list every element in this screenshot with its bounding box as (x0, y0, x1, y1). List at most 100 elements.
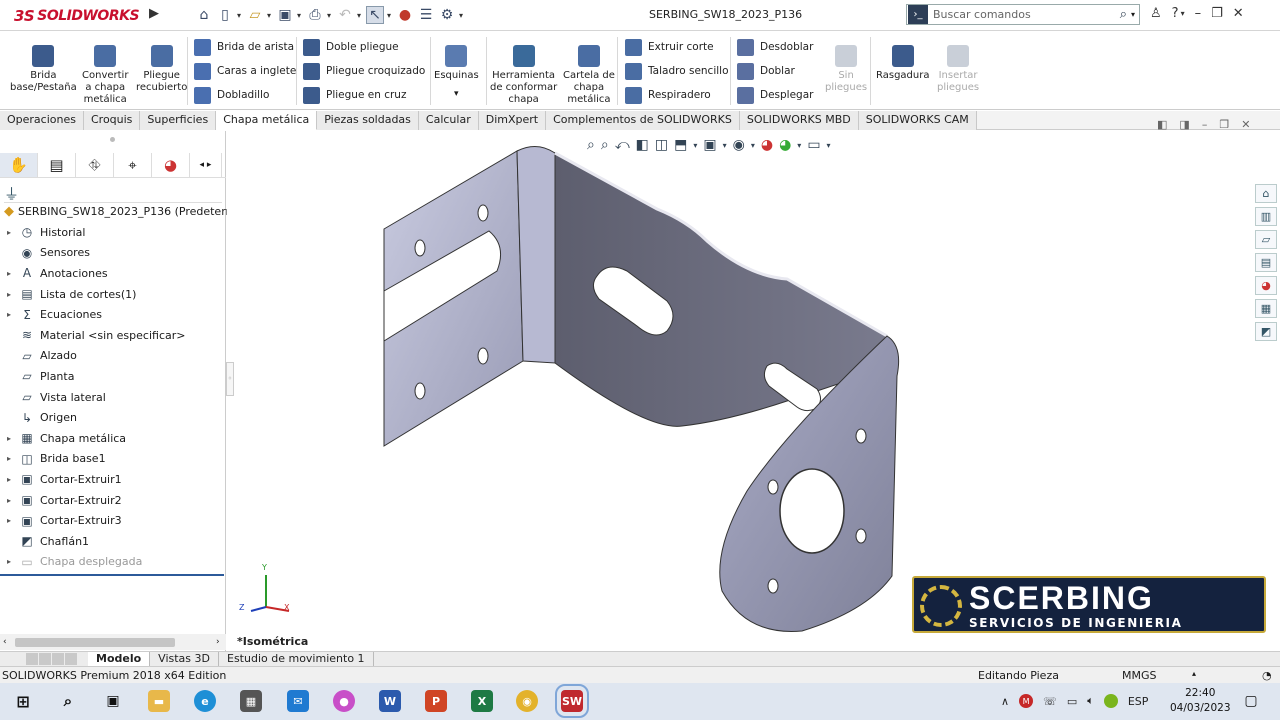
tab-scroll-icon[interactable]: ◂ ▸ (190, 152, 222, 177)
command-search[interactable]: ›_ Buscar comandos ⌕ ▾ (906, 4, 1140, 25)
tab-complementos-de-solidworks[interactable]: Complementos de SOLIDWORKS (546, 111, 740, 130)
design-library-icon[interactable]: ▱ (1255, 230, 1277, 249)
close-icon[interactable]: ✕ (1241, 118, 1250, 131)
solidworks-taskbar-icon[interactable]: SW (555, 684, 589, 718)
restore-icon[interactable]: ❐ (1211, 6, 1223, 21)
menu-expand-icon[interactable]: ▶ (149, 6, 165, 26)
chevron-down-icon[interactable]: ▾ (1181, 9, 1185, 18)
expand-arrow-icon[interactable]: ▸ (0, 454, 18, 463)
chrome-icon[interactable]: ◉ (516, 690, 538, 712)
home-icon[interactable]: ⌂ (195, 6, 213, 24)
minimize-icon[interactable]: – (1202, 118, 1208, 131)
search-icon[interactable]: ⌕ (57, 690, 79, 712)
ribbon-button-insertar-pliegues[interactable]: Insertar pliegues (937, 45, 979, 94)
sheet-metal-part-model[interactable] (227, 131, 1280, 651)
tab-operaciones[interactable]: Operaciones (0, 111, 84, 130)
home-icon[interactable]: ⌂ (1255, 184, 1277, 203)
tab-croquis[interactable]: Croquis (83, 111, 141, 130)
expand-arrow-icon[interactable]: ▸ (0, 496, 18, 505)
help-icon[interactable]: ? (1172, 6, 1179, 21)
language-indicator[interactable]: ESP (1128, 695, 1149, 708)
chevron-up-icon[interactable]: ▴ (1192, 669, 1196, 678)
expand-arrow-icon[interactable]: ▸ (0, 228, 18, 237)
new-document-icon[interactable]: ▯ (216, 6, 234, 24)
chevron-down-icon[interactable]: ▾ (357, 11, 363, 20)
graphics-area[interactable]: ◧ ◨ – ❐ ✕ ⌕ ⌕ ⤺ ◧ ◫ ⬒ ▾ ▣ ▾ ◉ ▾ ◕ ◕ ▾ ▭ ▾ (227, 118, 1280, 651)
solidworks-logo[interactable]: 3S SOLIDWORKS (14, 6, 140, 26)
expand-arrow-icon[interactable]: ▸ (0, 557, 18, 566)
chevron-down-icon[interactable]: ▾ (237, 11, 243, 20)
rebuild-icon[interactable]: ● (396, 6, 414, 24)
tree-node-cortar-extruir2[interactable]: ▸ ▣ Cortar-Extruir2 (0, 490, 224, 511)
volume-icon[interactable]: 🔈︎ (1087, 694, 1094, 708)
network-icon[interactable]: ☏ (1043, 695, 1057, 708)
ribbon-button-doble-pliegue[interactable]: Doble pliegue (303, 37, 399, 57)
scroll-left-icon[interactable]: ‹ (3, 637, 7, 647)
bottom-tab-vistas-3d[interactable]: Vistas 3D (150, 652, 219, 666)
feature-tree-tab-icon[interactable]: ✋ (0, 152, 38, 177)
select-cursor-icon[interactable]: ↖ (366, 6, 384, 24)
tab-calcular[interactable]: Calcular (418, 111, 479, 130)
ribbon-button-pliegue-recubierto[interactable]: Pliegue recubierto (136, 45, 187, 94)
next-window-icon[interactable]: ◨ (1179, 118, 1189, 131)
next-tab-icon[interactable] (52, 653, 64, 665)
ribbon-button-doblar[interactable]: Doblar (737, 61, 795, 81)
custom-properties-icon[interactable]: ▦ (1255, 299, 1277, 318)
tree-node-historial[interactable]: ▸ ◷ Historial (0, 222, 224, 243)
forum-icon[interactable]: ◩ (1255, 322, 1277, 341)
expand-arrow-icon[interactable]: ▸ (0, 475, 18, 484)
mail-icon[interactable]: ✉ (287, 690, 309, 712)
quick-tips-icon[interactable]: ◔ (1262, 669, 1272, 682)
scroll-right-icon[interactable]: › (216, 637, 220, 647)
prev-window-icon[interactable]: ◧ (1157, 118, 1167, 131)
chevron-down-icon[interactable]: ▾ (459, 11, 465, 20)
tree-node-sensores[interactable]: ◉ Sensores (0, 243, 224, 264)
chevron-down-icon[interactable]: ▾ (267, 11, 273, 20)
tab-solidworks-mbd[interactable]: SOLIDWORKS MBD (739, 111, 859, 130)
tree-node-chaflan1[interactable]: ◩ Chaflán1 (0, 531, 224, 552)
panel-grip-icon[interactable] (110, 137, 115, 142)
configuration-tab-icon[interactable]: ⛗ (76, 152, 114, 177)
ribbon-button-sin-pliegues[interactable]: Sin pliegues (825, 45, 867, 94)
save-icon[interactable]: ▣ (276, 6, 294, 24)
file-explorer-icon[interactable]: ▬ (148, 690, 170, 712)
units-selector[interactable]: MMGS (1122, 669, 1157, 682)
tree-node-planta[interactable]: ▱ Planta (0, 366, 224, 387)
prev-tab-icon[interactable] (39, 653, 51, 665)
expand-arrow-icon[interactable]: ▸ (0, 290, 18, 299)
tree-node-alzado[interactable]: ▱ Alzado (0, 346, 224, 367)
ribbon-button-convertir-a-chapa-metalica[interactable]: Convertir a chapa metálica (82, 45, 128, 106)
rollback-bar[interactable] (0, 574, 224, 576)
close-icon[interactable]: ✕ (1233, 6, 1244, 21)
last-tab-icon[interactable] (65, 653, 77, 665)
edge-browser-icon[interactable]: e (194, 690, 216, 712)
print-icon[interactable]: ⎙ (306, 6, 324, 24)
bottom-tab-estudio-de-movimiento-1[interactable]: Estudio de movimiento 1 (219, 652, 374, 666)
search-icon[interactable]: ⌕ (1120, 7, 1127, 22)
tab-solidworks-cam[interactable]: SOLIDWORKS CAM (858, 111, 977, 130)
tree-node-origen[interactable]: ↳ Origen (0, 407, 224, 428)
tree-node-lista-de-cortes-1[interactable]: ▸ ▤ Lista de cortes(1) (0, 284, 224, 305)
resources-icon[interactable]: ▥ (1255, 207, 1277, 226)
options-gear-icon[interactable]: ⚙ (438, 6, 456, 24)
tab-dimxpert[interactable]: DimXpert (478, 111, 547, 130)
ribbon-button-cartela-de-chapa-metalica[interactable]: Cartela de chapa metálica (563, 45, 615, 106)
property-manager-tab-icon[interactable]: ▤ (38, 152, 76, 177)
ribbon-button-brida-base-pestana[interactable]: Brida base/Pestaña (10, 45, 77, 94)
chevron-down-icon[interactable]: ▾ (297, 11, 303, 20)
powerpoint-icon[interactable]: P (425, 690, 447, 712)
clock[interactable]: 22:40 04/03/2023 (1170, 686, 1231, 716)
tab-superficies[interactable]: Superficies (140, 111, 217, 130)
expand-arrow-icon[interactable]: ▸ (0, 269, 18, 278)
battery-icon[interactable]: ▭ (1067, 695, 1077, 708)
file-properties-icon[interactable]: ☰ (417, 6, 435, 24)
tree-node-brida-base1[interactable]: ▸ ◫ Brida base1 (0, 449, 224, 470)
tab-chapa-metalica[interactable]: Chapa metálica (216, 111, 318, 130)
appearances-icon[interactable]: ◕ (1255, 276, 1277, 295)
ribbon-button-brida-de-arista[interactable]: Brida de arista (194, 37, 294, 57)
chevron-down-icon[interactable]: ▾ (387, 11, 393, 20)
filter-icon[interactable]: ⏚ (4, 183, 222, 203)
tree-node-ecuaciones[interactable]: ▸ Σ Ecuaciones (0, 304, 224, 325)
ribbon-button-desplegar[interactable]: Desplegar (737, 85, 813, 105)
ribbon-button-taladro-sencillo[interactable]: Taladro sencillo (625, 61, 729, 81)
